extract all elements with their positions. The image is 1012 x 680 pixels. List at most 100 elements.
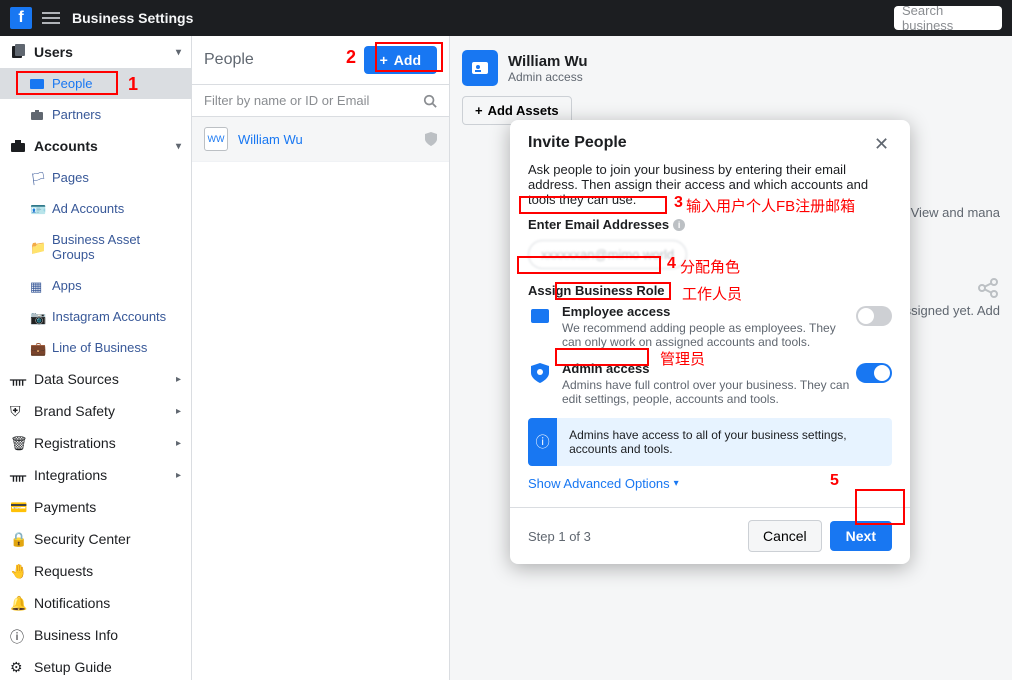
employee-desc: We recommend adding people as employees.…: [562, 321, 856, 349]
employee-access-row: Employee access We recommend adding peop…: [528, 304, 892, 349]
lock-icon: 🔒: [10, 531, 26, 547]
admin-access-row: Admin access Admins have full control ov…: [528, 361, 892, 406]
sidebar-item-label: Data Sources: [34, 371, 119, 387]
role-label: Assign Business Role: [528, 283, 665, 298]
info-icon: ⓘ: [528, 418, 557, 466]
sidebar-item-requests[interactable]: 🤚 Requests: [0, 555, 191, 587]
grid-icon: ▦: [30, 279, 44, 293]
sidebar-item-partners[interactable]: Partners: [0, 99, 191, 130]
step-indicator: Step 1 of 3: [528, 529, 591, 544]
next-button[interactable]: Next: [830, 521, 892, 551]
add-label: Add: [394, 52, 421, 68]
sidebar-item-label: Setup Guide: [34, 659, 112, 675]
briefcase-icon: 💼: [30, 341, 44, 355]
share-icon: ᚄ: [10, 371, 26, 387]
chevron-right-icon: ▸: [176, 470, 181, 481]
plus-icon: +: [475, 103, 483, 118]
sidebar-item-label: Instagram Accounts: [52, 309, 166, 324]
employee-toggle[interactable]: [856, 306, 892, 326]
bell-icon: 🔔: [10, 595, 26, 611]
sidebar-item-security-center[interactable]: 🔒 Security Center: [0, 523, 191, 555]
topbar: f Business Settings Search business: [0, 0, 1012, 36]
sidebar-item-notifications[interactable]: 🔔Notifications: [0, 587, 191, 619]
admin-toggle[interactable]: [856, 363, 892, 383]
sidebar-item-instagram[interactable]: 📷 Instagram Accounts: [0, 301, 191, 332]
person-card-icon: [30, 77, 44, 91]
briefcase-icon: [10, 138, 26, 154]
sidebar-item-label: People: [52, 76, 92, 91]
sidebar-item-payments[interactable]: 💳Payments: [0, 491, 191, 523]
sidebar-item-business-info[interactable]: ⓘBusiness Info: [0, 619, 191, 651]
show-advanced-link[interactable]: Show Advanced Options▾: [528, 466, 679, 495]
cancel-button[interactable]: Cancel: [748, 520, 822, 552]
person-card-icon: [528, 304, 552, 328]
add-assets-label: Add Assets: [488, 103, 559, 118]
chevron-right-icon: ▸: [176, 406, 181, 417]
admin-shield-icon: [425, 132, 437, 146]
sidebar-item-setup-guide[interactable]: ⚙ Setup Guide: [0, 651, 191, 680]
detail-role: Admin access: [508, 70, 588, 84]
modal-footer: Step 1 of 3 Cancel Next: [510, 507, 910, 564]
close-icon[interactable]: ✕: [874, 134, 892, 152]
info-banner-text: Admins have access to all of your busine…: [557, 418, 892, 466]
shield-icon: ⛨: [10, 403, 26, 419]
sidebar-item-integrations[interactable]: ᚄIntegrations▸: [0, 459, 191, 491]
admin-title: Admin access: [562, 361, 856, 376]
info-icon[interactable]: i: [673, 219, 685, 231]
people-panel-header: People +Add: [192, 36, 449, 85]
hamburger-icon[interactable]: [42, 12, 60, 24]
sidebar-item-label: Brand Safety: [34, 403, 115, 419]
people-panel: People +Add WW William Wu: [192, 36, 450, 680]
sidebar-item-registrations[interactable]: 🗑Registrations▸: [0, 427, 191, 459]
sidebar-item-label: Line of Business: [52, 340, 147, 355]
trash-icon: 🗑: [10, 435, 26, 451]
chevron-down-icon: ▾: [176, 47, 181, 58]
detail-name: William Wu: [508, 53, 588, 70]
camera-icon: 📷: [30, 310, 44, 324]
chevron-right-icon: ▸: [176, 374, 181, 385]
sidebar-item-apps[interactable]: ▦Apps: [0, 270, 191, 301]
sidebar-item-ad-accounts[interactable]: 🪪Ad Accounts: [0, 193, 191, 224]
sidebar-item-people[interactable]: People: [0, 68, 191, 99]
search-input[interactable]: Search business: [894, 6, 1002, 30]
sidebar-group-accounts[interactable]: Accounts ▾: [0, 130, 191, 162]
card-icon: 💳: [10, 499, 26, 515]
sidebar-group-label: Accounts: [34, 138, 98, 154]
sidebar-item-line-of-business[interactable]: 💼 Line of Business: [0, 332, 191, 363]
facebook-logo-icon[interactable]: f: [10, 7, 32, 29]
admin-desc: Admins have full control over your busin…: [562, 378, 856, 406]
invite-people-modal: Invite People ✕ Ask people to join your …: [510, 120, 910, 564]
person-card-icon: [470, 58, 490, 78]
hand-icon: 🤚: [10, 563, 26, 579]
sidebar-item-label: Requests: [34, 563, 93, 579]
sidebar-item-data-sources[interactable]: ᚄ Data Sources ▸: [0, 363, 191, 395]
chevron-down-icon: ▾: [176, 141, 181, 152]
sidebar-item-asset-groups[interactable]: 📁Business Asset Groups: [0, 224, 191, 270]
modal-header: Invite People ✕: [510, 120, 910, 162]
sidebar-group-users[interactable]: Users ▾: [0, 36, 191, 68]
gear-icon: ⚙: [10, 659, 26, 675]
people-heading: People: [204, 51, 364, 69]
page-title: Business Settings: [72, 10, 193, 26]
info-banner: ⓘ Admins have access to all of your busi…: [528, 418, 892, 466]
filter-input[interactable]: [204, 93, 423, 108]
chevron-right-icon: ▸: [176, 438, 181, 449]
sidebar-item-label: Pages: [52, 170, 89, 185]
search-placeholder: Search business: [902, 6, 994, 30]
sidebar-item-brand-safety[interactable]: ⛨ Brand Safety ▸: [0, 395, 191, 427]
sidebar-item-label: Business Asset Groups: [52, 232, 181, 262]
modal-title: Invite People: [528, 134, 874, 152]
sidebar-item-pages[interactable]: 🏳Pages: [0, 162, 191, 193]
search-icon: [423, 94, 437, 108]
briefcase-icon: [30, 108, 44, 122]
avatar: [462, 50, 498, 86]
add-button[interactable]: +Add: [364, 46, 437, 74]
modal-description: Ask people to join your business by ente…: [528, 162, 892, 207]
sidebar-item-label: Business Info: [34, 627, 118, 643]
caret-down-icon: ▾: [674, 478, 679, 489]
email-chip[interactable]: xxxxxxan@mimo world: [528, 240, 687, 269]
list-item[interactable]: WW William Wu: [192, 117, 449, 162]
badge-icon: 🪪: [30, 202, 44, 216]
sidebar-item-label: Security Center: [34, 531, 130, 547]
filter-row[interactable]: [192, 85, 449, 117]
